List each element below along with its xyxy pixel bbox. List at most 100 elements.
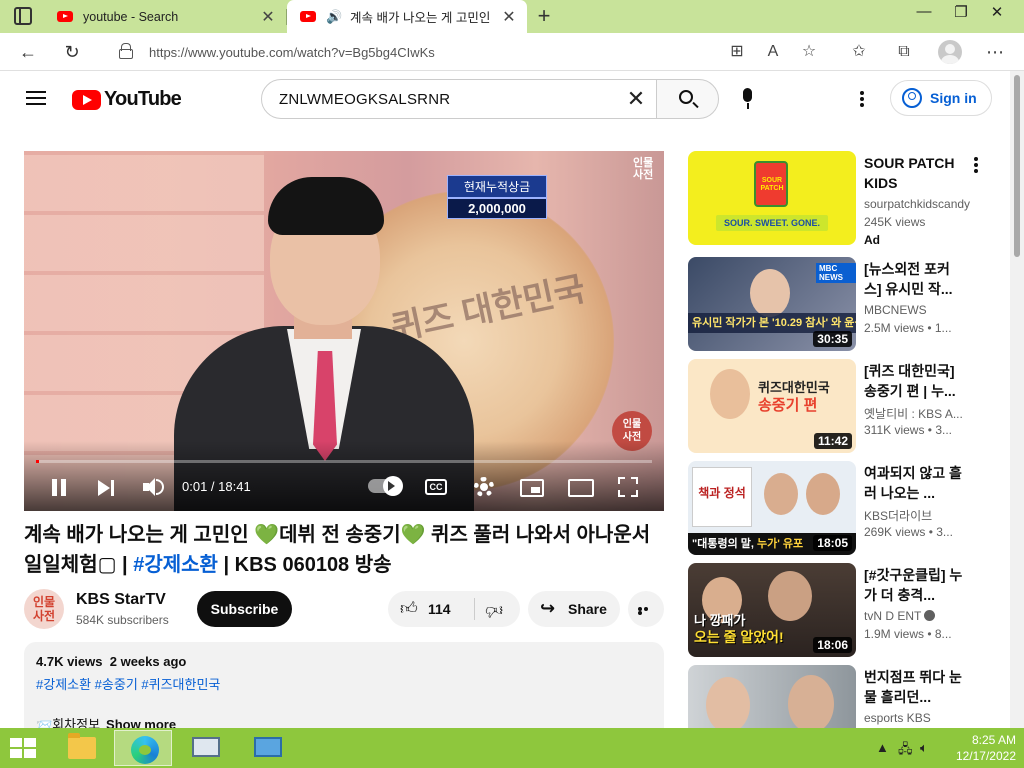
scrollbar-thumb[interactable] — [1014, 75, 1020, 257]
app-available-icon[interactable]: ⊞ — [724, 39, 750, 65]
tab-youtube-search[interactable]: youtube - Search ✕ — [44, 0, 286, 33]
youtube-favicon-icon — [57, 11, 73, 22]
recommendation-channel[interactable]: tvN D ENT — [864, 609, 976, 623]
back-arrow-icon[interactable]: ← — [15, 39, 41, 65]
clock-date: 12/17/2022 — [955, 749, 1016, 763]
recommendation-title[interactable]: 번지점프 뛰다 눈물 흘리던... — [864, 667, 964, 707]
channel-name-link[interactable]: KBS StarTV — [76, 591, 166, 609]
more-actions-button[interactable] — [628, 591, 664, 627]
channel-avatar[interactable]: 인물 사전 — [24, 589, 64, 629]
windows-start-icon[interactable] — [10, 738, 38, 760]
settings-gear-icon[interactable] — [474, 477, 494, 497]
recommendation-title[interactable]: [#갓구운클립] 누가 더 충격... — [864, 565, 964, 605]
thumbnail-caption: 나 깡패가 오는 줄 알았어! — [694, 613, 784, 645]
page-scrollbar[interactable] — [1010, 71, 1024, 728]
restore-button[interactable]: ❐ — [943, 3, 979, 21]
video-thumbnail[interactable]: 퀴즈대한민국 송중기 편 11:42 — [688, 359, 856, 453]
recommendation-channel[interactable]: MBCNEWS — [864, 303, 976, 317]
system-clock[interactable]: 8:25 AM 12/17/2022 — [944, 732, 1016, 764]
remote-desktop-button[interactable] — [238, 730, 296, 766]
tab-actions-icon[interactable] — [14, 7, 32, 25]
voice-search-icon[interactable] — [732, 83, 764, 115]
network-icon[interactable]: 🖧 — [898, 740, 913, 762]
time-current: 0:01 — [182, 479, 208, 494]
description-box[interactable]: 4.7K views 2 weeks ago #강제소환 #송중기 #퀴즈대한민… — [24, 642, 664, 742]
clock-time: 8:25 AM — [971, 733, 1016, 747]
tab-current-video[interactable]: 🔊 계속 배가 나오는 게 고민인 ✕ — [287, 0, 527, 33]
video-thumbnail[interactable]: SOUR. SWEET. GONE. — [688, 151, 856, 245]
subtitles-button[interactable]: CC — [425, 479, 447, 495]
next-video-icon[interactable] — [96, 473, 116, 501]
audio-playing-icon[interactable]: 🔊 — [326, 9, 344, 25]
fullscreen-icon[interactable] — [618, 477, 638, 497]
recommendation-title[interactable]: SOUR PATCH KIDS — [864, 153, 964, 193]
video-player[interactable]: 퀴즈 대한민국 현재누적상금 2,000,000 인물 사전 인물 사전 0:0… — [24, 151, 664, 511]
youtube-logo[interactable]: YouTube — [72, 88, 182, 111]
settings-kebab-icon[interactable] — [860, 91, 864, 107]
show-hidden-icons-icon[interactable]: ▲ — [876, 740, 889, 755]
sign-in-label: Sign in — [930, 90, 977, 106]
subscribe-button[interactable]: Subscribe — [197, 591, 292, 627]
title-hashtag-link[interactable]: #강제소환 — [133, 554, 218, 576]
sign-in-button[interactable]: Sign in — [890, 80, 992, 116]
close-tab-icon[interactable]: ✕ — [258, 7, 278, 27]
settings-more-icon[interactable]: ⋯ — [982, 39, 1008, 65]
video-duration: 30:35 — [813, 331, 852, 347]
recommendation-item[interactable]: 나 깡패가 오는 줄 알았어! 18:06 [#갓구운클립] 누가 더 충격..… — [688, 563, 988, 657]
url-text[interactable]: https://www.youtube.com/watch?v=Bg5bg4CI… — [149, 45, 435, 60]
search-query-text[interactable]: ZNLWMEOGKSALSRNR — [279, 91, 450, 108]
progress-bar[interactable] — [36, 460, 652, 463]
minimize-button[interactable]: — — [906, 3, 942, 20]
share-button[interactable]: ↪ Share — [528, 591, 620, 627]
close-tab-icon[interactable]: ✕ — [499, 7, 519, 27]
collections-icon[interactable]: ⧉ — [891, 39, 917, 65]
hashtag-links[interactable]: #강제소환 #송중기 #퀴즈대한민국 — [36, 674, 220, 693]
recommendation-views: 269K views • 3... — [864, 525, 953, 539]
item-menu-kebab-icon[interactable] — [974, 157, 978, 173]
recommendation-channel[interactable]: sourpatchkidscandy — [864, 197, 976, 211]
menu-hamburger-icon[interactable] — [26, 91, 46, 105]
recommendation-title[interactable]: 여과되지 않고 흘러 나오는 ... — [864, 463, 964, 503]
add-favorite-icon[interactable]: ☆ — [796, 39, 822, 65]
volume-tray-icon[interactable]: 🔈︎ — [920, 740, 928, 756]
refresh-icon[interactable]: ↻ — [59, 39, 85, 65]
progress-played — [36, 460, 40, 463]
file-explorer-button[interactable] — [52, 730, 110, 766]
recommendation-item[interactable]: 퀴즈대한민국 송중기 편 11:42 [퀴즈 대한민국] 송중기 편 | 누..… — [688, 359, 988, 453]
view-count: 4.7K views — [36, 654, 103, 669]
new-tab-button[interactable]: + — [534, 3, 554, 29]
search-button[interactable] — [656, 79, 719, 119]
video-thumbnail[interactable]: MBC NEWS 유시민 작가가 본 '10.29 참사' 와 윤석열 정부 6… — [688, 257, 856, 351]
read-aloud-icon[interactable]: A — [760, 39, 786, 65]
autoplay-toggle[interactable] — [368, 476, 403, 496]
system-monitor-button[interactable] — [176, 730, 234, 766]
edge-browser-button[interactable] — [114, 730, 172, 766]
thumbs-up-icon[interactable]: 👍︎ — [400, 599, 420, 619]
theater-mode-icon[interactable] — [568, 479, 594, 497]
favorites-icon[interactable]: ✩ — [846, 39, 872, 65]
like-count[interactable]: 114 — [428, 601, 451, 617]
clear-search-icon[interactable]: ✕ — [624, 86, 648, 112]
youtube-favicon-icon — [300, 11, 316, 22]
recommendation-channel[interactable]: 옛날티비 : KBS A... — [864, 405, 976, 422]
profile-avatar-icon[interactable] — [938, 40, 962, 64]
close-window-button[interactable]: ✕ — [979, 3, 1015, 21]
recommendation-title[interactable]: [뉴스외전 포커스] 유시민 작... — [864, 259, 964, 299]
thumbs-down-icon[interactable]: 👍︎ — [483, 600, 503, 620]
channel-watermark: 인물 사전 — [633, 157, 654, 181]
recommendation-channel[interactable]: KBS더라이브 — [864, 507, 976, 524]
video-title: 계속 배가 나오는 게 고민인 💚데뷔 전 송중기💚 퀴즈 풀러 나와서 아나운… — [24, 520, 664, 580]
tab-title: 계속 배가 나오는 게 고민인 — [350, 11, 491, 25]
search-input[interactable]: ZNLWMEOGKSALSRNR ✕ — [261, 79, 657, 119]
recommendation-channel[interactable]: esports KBS — [864, 711, 976, 725]
recommendation-title[interactable]: [퀴즈 대한민국] 송중기 편 | 누... — [864, 361, 964, 401]
video-thumbnail[interactable]: 책과 정석 "대통령의 말, 누가' 유포 18:05 — [688, 461, 856, 555]
miniplayer-icon[interactable] — [520, 479, 544, 497]
recommendation-item[interactable]: SOUR. SWEET. GONE. SOUR PATCH KIDS sourp… — [688, 151, 988, 247]
recommendation-item[interactable]: MBC NEWS 유시민 작가가 본 '10.29 참사' 와 윤석열 정부 6… — [688, 257, 988, 351]
recommendation-item[interactable]: 책과 정석 "대통령의 말, 누가' 유포 18:05 여과되지 않고 흘러 나… — [688, 461, 988, 555]
video-thumbnail[interactable]: 나 깡패가 오는 줄 알았어! 18:06 — [688, 563, 856, 657]
browser-toolbar: ← ↻ https://www.youtube.com/watch?v=Bg5b… — [0, 33, 1024, 71]
lock-icon[interactable] — [119, 43, 133, 59]
pause-icon[interactable] — [50, 473, 68, 501]
